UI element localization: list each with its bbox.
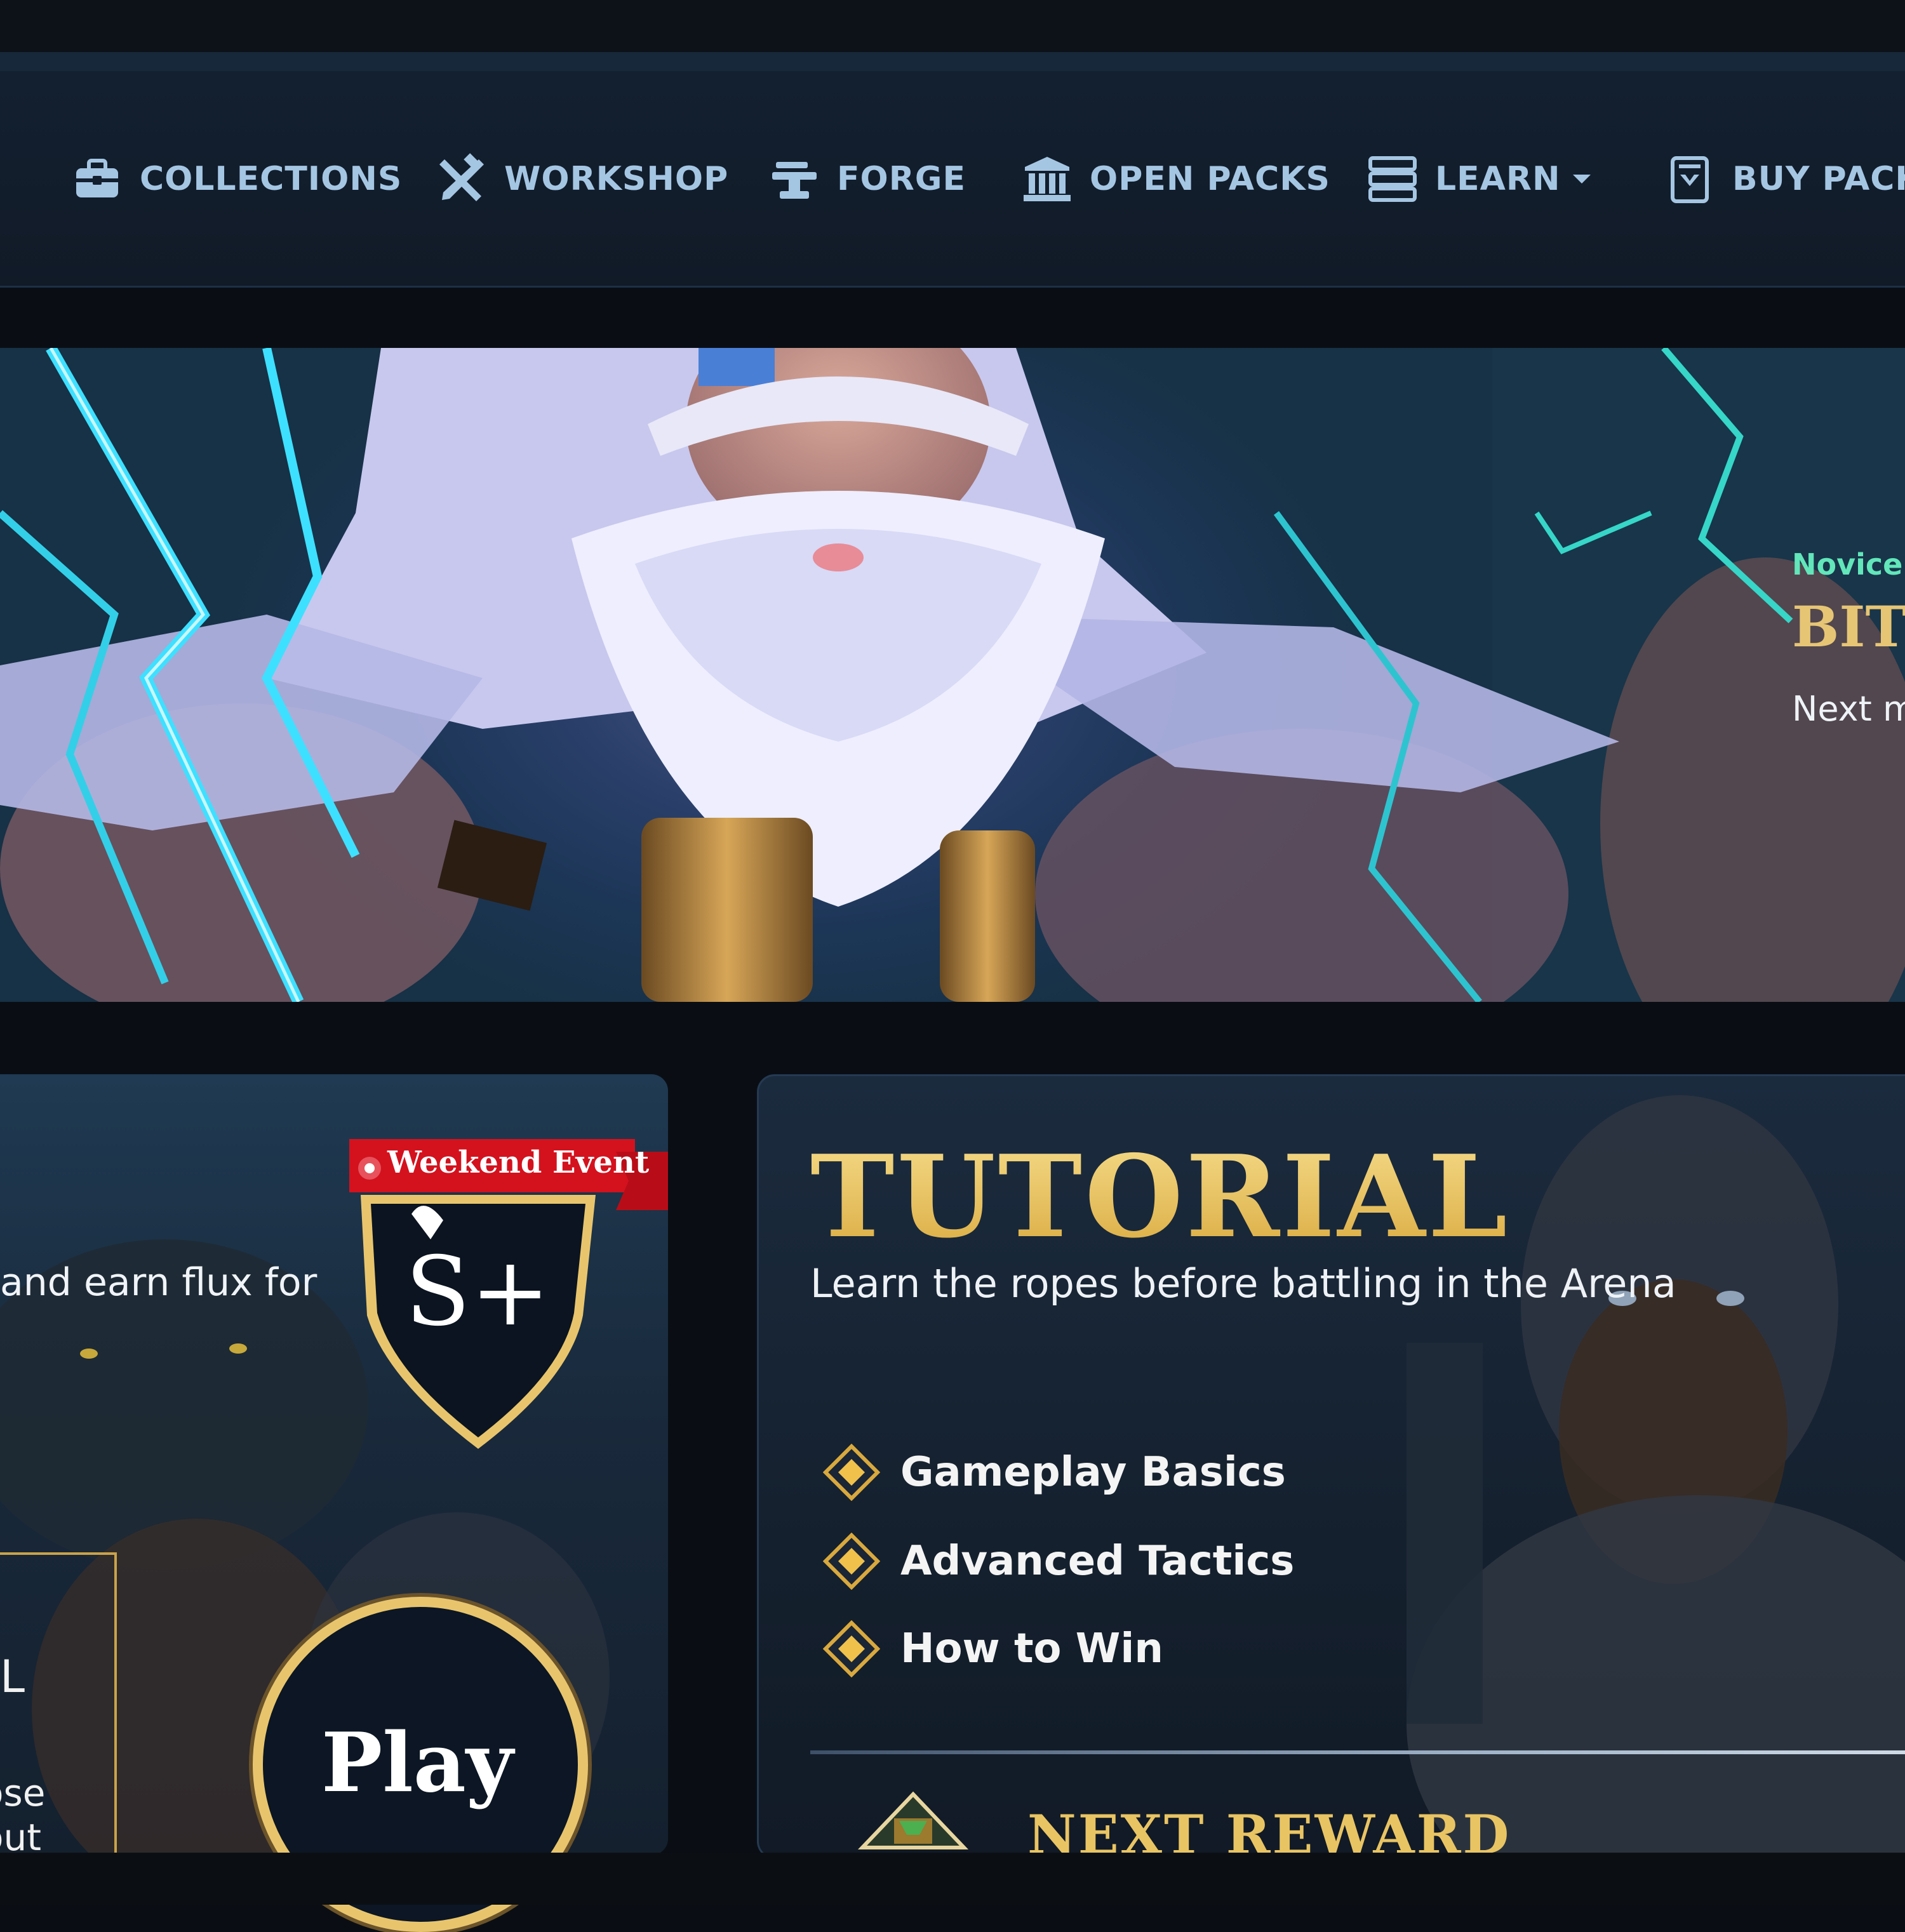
left-box-heading: L xyxy=(0,1651,25,1703)
nav-collections[interactable]: COLLECTIONS xyxy=(71,152,402,206)
nav-forge[interactable]: FORGE xyxy=(768,152,966,206)
diamond-bullet-icon xyxy=(823,1620,880,1677)
nav-collections-label: COLLECTIONS xyxy=(140,160,403,198)
play-button-label: Play xyxy=(321,1715,514,1811)
tutorial-item-label: How to Win xyxy=(900,1625,1163,1672)
browser-top-strip xyxy=(0,0,1905,52)
card-pack-icon xyxy=(1671,156,1709,203)
reward-chest-icon xyxy=(858,1791,968,1849)
temple-icon xyxy=(1024,157,1071,201)
hero-title: BITT xyxy=(1792,594,1905,660)
hero-banner[interactable] xyxy=(0,348,1905,1002)
event-description: and earn flux for xyxy=(0,1260,318,1305)
nav-workshop[interactable]: WORKSHOP xyxy=(436,152,728,206)
nav-open-packs[interactable]: OPEN PACKS xyxy=(1021,152,1330,206)
nav-buy-packs-label: BUY PACKS xyxy=(1732,160,1905,198)
nav-forge-label: FORGE xyxy=(837,160,966,198)
nav-open-packs-label: OPEN PACKS xyxy=(1090,160,1330,198)
nav-learn-label: LEARN xyxy=(1435,160,1561,198)
bottom-bar xyxy=(0,1853,1905,1905)
diamond-bullet-icon xyxy=(823,1444,880,1501)
chevron-down-icon xyxy=(1573,175,1591,183)
nav-workshop-label: WORKSHOP xyxy=(504,160,729,198)
tutorial-subtitle: Learn the ropes before battling in the A… xyxy=(810,1260,1676,1307)
hero-artwork xyxy=(0,348,1905,1002)
hero-difficulty-tag: Novice xyxy=(1792,547,1903,582)
tutorial-divider xyxy=(810,1750,1905,1754)
tutorial-item-label: Advanced Tactics xyxy=(900,1538,1295,1585)
weekend-event-badge: Weekend Event xyxy=(387,1145,650,1180)
header-accent-line xyxy=(0,52,1905,71)
diamond-bullet-icon xyxy=(823,1533,880,1590)
hero-subtitle: Next m xyxy=(1792,689,1905,729)
nav-buy-packs[interactable]: BUY PACKS xyxy=(1664,152,1905,206)
crossed-tools-icon xyxy=(439,153,484,201)
nav-learn[interactable]: LEARN xyxy=(1367,152,1591,206)
tutorial-item-advanced-tactics[interactable]: Advanced Tactics xyxy=(823,1533,1294,1590)
anvil-icon xyxy=(772,162,817,199)
left-box-line1: ose xyxy=(0,1771,46,1815)
tutorial-title: TUTORIAL xyxy=(810,1130,1510,1263)
briefcase-icon xyxy=(76,159,118,197)
tutorial-item-how-to-win[interactable]: How to Win xyxy=(823,1620,1163,1677)
book-stack-icon xyxy=(1368,156,1417,202)
tutorial-item-gameplay-basics[interactable]: Gameplay Basics xyxy=(823,1444,1286,1501)
rank-label: S+ xyxy=(405,1237,551,1347)
tutorial-item-label: Gameplay Basics xyxy=(900,1449,1286,1496)
